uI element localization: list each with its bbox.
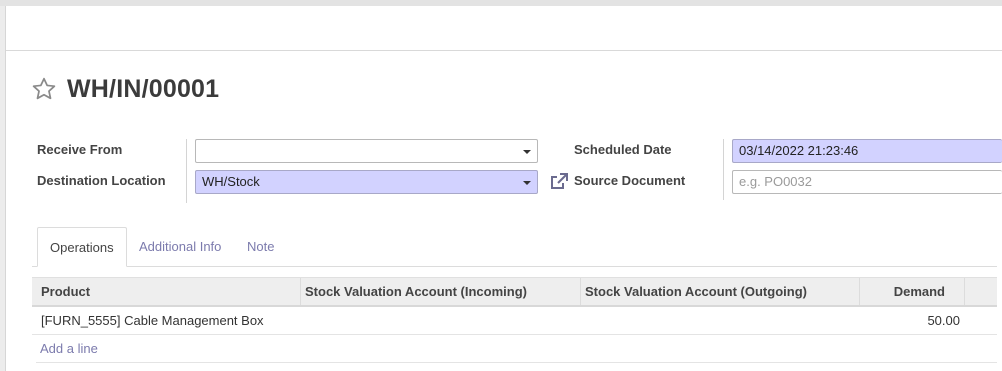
external-link-icon[interactable] [549, 172, 569, 192]
label-separator [186, 139, 187, 203]
tab-note[interactable]: Note [235, 227, 286, 266]
scheduled-date-value: 03/14/2022 21:23:46 [739, 143, 859, 158]
destination-location-select[interactable]: WH/Stock [195, 170, 538, 194]
table-header: Product Stock Valuation Account (Incomin… [32, 277, 997, 307]
scheduled-date-input[interactable]: 03/14/2022 21:23:46 [732, 139, 1002, 163]
cell-product: [FURN_5555] Cable Management Box [41, 313, 264, 328]
add-line-link[interactable]: Add a line [36, 335, 997, 363]
table-row[interactable]: [FURN_5555] Cable Management Box 50.00 [32, 307, 997, 335]
cell-incoming-account [301, 307, 581, 334]
column-demand[interactable]: Demand [860, 278, 965, 305]
label-separator-right [723, 139, 724, 200]
notebook-tabs: Operations Additional Info Note [32, 227, 997, 267]
source-document-label: Source Document [574, 173, 686, 188]
column-product[interactable]: Product [37, 278, 301, 305]
cell-outgoing-account [581, 307, 860, 334]
destination-location-value: WH/Stock [202, 174, 260, 189]
receive-from-select[interactable] [195, 139, 538, 163]
status-bar [6, 6, 1002, 51]
cell-demand: 50.00 [927, 313, 960, 328]
operations-table: Product Stock Valuation Account (Incomin… [32, 277, 997, 363]
tab-additional-info[interactable]: Additional Info [127, 227, 233, 266]
caret-down-icon [523, 150, 531, 154]
source-document-input[interactable]: e.g. PO0032 [732, 170, 1002, 194]
column-incoming-account[interactable]: Stock Valuation Account (Incoming) [301, 278, 581, 305]
source-document-placeholder: e.g. PO0032 [739, 174, 812, 189]
column-actions [965, 278, 997, 305]
caret-down-icon [523, 181, 531, 185]
star-outline-icon[interactable] [31, 76, 57, 102]
destination-location-label: Destination Location [37, 173, 166, 188]
record-title: WH/IN/00001 [67, 74, 220, 103]
tab-operations[interactable]: Operations [37, 227, 127, 267]
scheduled-date-label: Scheduled Date [574, 142, 672, 157]
receive-from-label: Receive From [37, 142, 123, 157]
column-outgoing-account[interactable]: Stock Valuation Account (Outgoing) [581, 278, 860, 305]
title-row: WH/IN/00001 [31, 72, 219, 106]
